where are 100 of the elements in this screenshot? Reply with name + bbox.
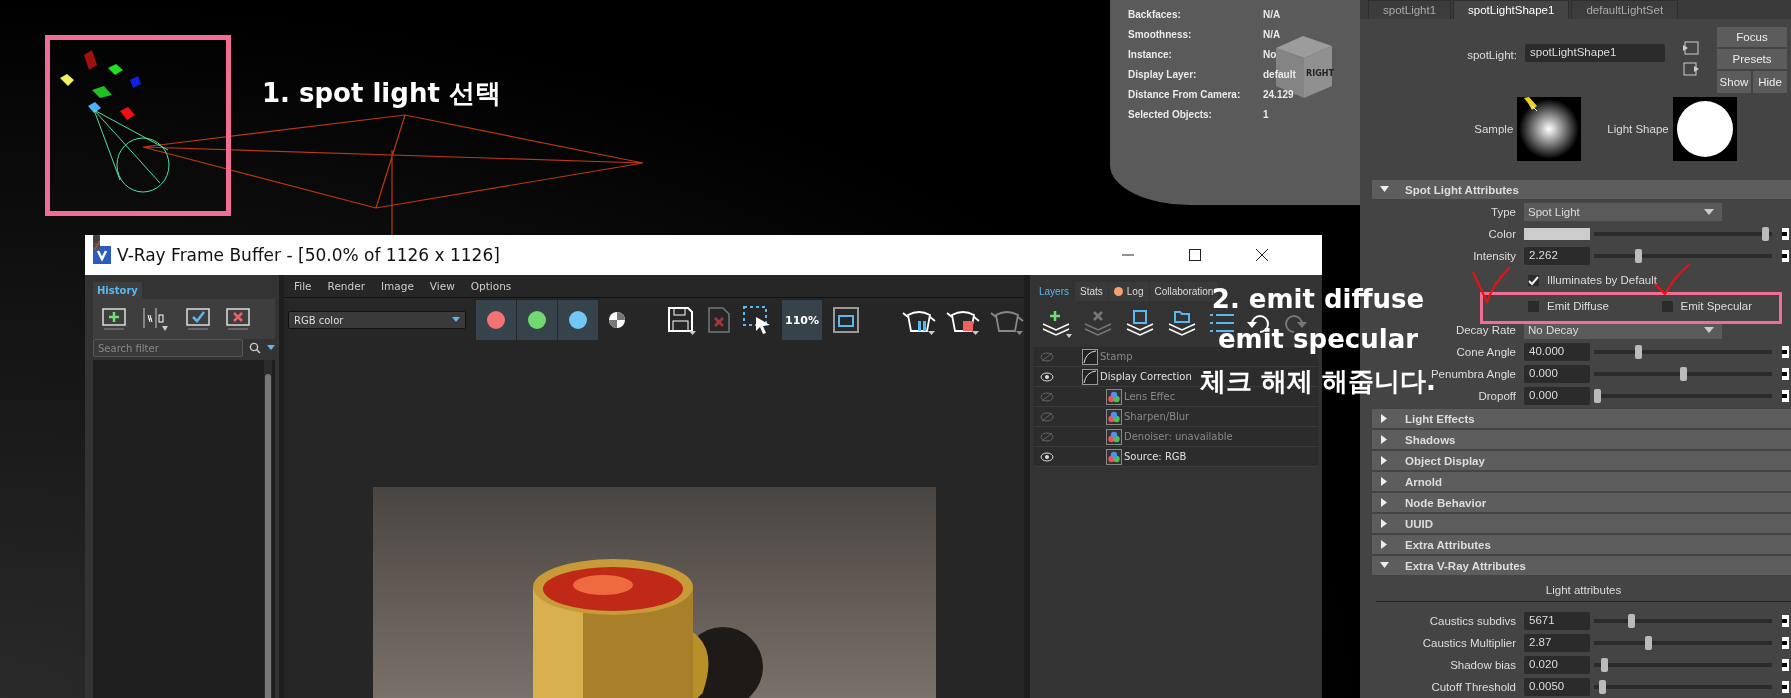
clear-image-icon[interactable] [706, 306, 732, 334]
value-field[interactable]: 2.87 [1524, 634, 1590, 652]
history-tab[interactable]: History [93, 282, 142, 299]
slider-thumb[interactable] [1594, 389, 1601, 403]
delete-history-icon[interactable] [225, 307, 251, 331]
keyframe-icon[interactable] [1782, 390, 1789, 402]
layer-name[interactable]: Source: RGB [1124, 451, 1187, 462]
region-select-icon[interactable] [742, 305, 772, 335]
mono-icon[interactable] [608, 311, 626, 329]
close-icon[interactable] [1255, 248, 1269, 262]
menu-item[interactable]: Options [470, 280, 512, 292]
menu-item[interactable]: View [429, 280, 455, 292]
search-icon[interactable] [249, 342, 261, 354]
keyframe-icon[interactable] [1782, 681, 1789, 693]
output-connection-icon[interactable] [1683, 62, 1699, 76]
frame-icon[interactable] [832, 306, 860, 334]
section-header[interactable]: Spot Light Attributes [1372, 180, 1791, 199]
node-tab[interactable]: defaultLightSet [1571, 0, 1679, 19]
value-field[interactable]: 5671 [1524, 612, 1590, 630]
expand-arrow-icon [1380, 185, 1389, 194]
slider-thumb[interactable] [1645, 636, 1653, 650]
input-connection-icon[interactable] [1683, 41, 1699, 55]
attribute-label: Type [1490, 206, 1517, 218]
section-header[interactable]: Shadows [1372, 430, 1791, 449]
checkbox-label[interactable]: Emit Diffuse [1547, 300, 1609, 312]
hud-label: Backfaces: [1128, 8, 1182, 20]
save-icon[interactable] [666, 305, 696, 335]
value-field[interactable]: 0.020 [1524, 656, 1590, 674]
slider-thumb[interactable] [1679, 367, 1687, 381]
keyframe-icon[interactable] [1782, 368, 1789, 380]
load-history-icon[interactable] [185, 307, 211, 331]
keyframe-icon[interactable] [1782, 228, 1789, 240]
layer-name[interactable]: Sharpen/Blur [1124, 411, 1190, 422]
panel-tab[interactable]: Log [1108, 282, 1149, 301]
ae-button[interactable]: Show [1717, 71, 1751, 93]
section-header[interactable]: UUID [1372, 514, 1791, 533]
ae-button[interactable]: Hide [1753, 71, 1787, 93]
section-header[interactable]: Extra Attributes [1372, 535, 1791, 554]
slider-thumb[interactable] [1599, 680, 1607, 694]
value-field[interactable]: 0.000 [1524, 365, 1590, 383]
section-header[interactable]: Light Effects [1372, 409, 1791, 428]
eye-icon[interactable] [1040, 451, 1054, 462]
slider-thumb[interactable] [1628, 614, 1636, 628]
menu-item[interactable]: Render [327, 280, 365, 292]
value-field[interactable]: 0.000 [1524, 387, 1590, 405]
color-swatch[interactable] [1524, 228, 1590, 240]
checkbox[interactable] [1528, 274, 1539, 286]
slider-thumb[interactable] [1635, 345, 1643, 359]
delete-layer-icon[interactable] [1082, 308, 1114, 338]
ae-button[interactable]: Focus [1717, 27, 1787, 47]
layer-name[interactable]: Display Correction [1100, 371, 1192, 382]
hud-label: Smoothness: [1128, 28, 1193, 40]
add-layer-icon[interactable] [1040, 308, 1072, 338]
expand-arrow-icon [1380, 477, 1389, 486]
keyframe-icon[interactable] [1782, 659, 1789, 671]
node-name-field[interactable]: spotLightShape1 [1525, 44, 1665, 62]
annotation-text: 1. spot light 선택 [262, 77, 501, 110]
keyframe-icon[interactable] [1782, 250, 1789, 262]
slider-thumb[interactable] [1635, 249, 1643, 263]
channel-dropdown[interactable]: RGB color [288, 311, 466, 329]
folder-icon[interactable] [1166, 308, 1198, 338]
layer-name[interactable]: Denoiser: unavailable [1124, 431, 1233, 442]
value-field[interactable]: 0.0050 [1524, 678, 1590, 696]
dropdown-field[interactable]: Spot Light [1524, 203, 1722, 221]
checkbox-label[interactable]: Emit Specular [1680, 300, 1753, 312]
panel-tab[interactable]: Stats [1075, 282, 1108, 301]
value-field[interactable]: 2.262 [1524, 247, 1590, 265]
checkbox-label[interactable]: Illuminates by Default [1547, 274, 1657, 286]
slider-thumb[interactable] [1761, 227, 1769, 241]
section-header[interactable]: Object Display [1372, 451, 1791, 470]
maximize-icon[interactable] [1188, 248, 1202, 262]
keyframe-icon[interactable] [1782, 346, 1789, 358]
section-header[interactable]: Extra V-Ray Attributes [1372, 556, 1791, 575]
keyframe-icon[interactable] [1782, 615, 1789, 627]
checkbox[interactable] [1528, 300, 1539, 312]
add-to-history-icon[interactable] [101, 307, 127, 331]
caret-icon [1704, 327, 1714, 333]
search-field[interactable]: Search filter [93, 339, 243, 357]
eye-icon[interactable] [1040, 371, 1054, 382]
attribute-label: Shadow bias [1449, 659, 1517, 671]
menu-item[interactable]: Image [380, 280, 414, 292]
swatch-label: Sample [1474, 122, 1514, 135]
menu-item[interactable]: File [294, 280, 312, 292]
pin-icon[interactable] [1523, 96, 1538, 111]
ae-button[interactable]: Presets [1717, 49, 1787, 69]
node-tab[interactable]: spotLightShape1 [1453, 0, 1570, 19]
checkbox[interactable] [1661, 300, 1673, 312]
node-tab[interactable]: spotLight1 [1368, 0, 1452, 19]
section-header[interactable]: Node Behavior [1372, 493, 1791, 512]
keyframe-icon[interactable] [1782, 637, 1789, 649]
value-field[interactable]: 40.000 [1524, 343, 1590, 361]
save-layers-icon[interactable] [1124, 308, 1156, 338]
hud-label: Distance From Camera: [1128, 88, 1242, 100]
ab-compare-icon[interactable] [141, 306, 171, 332]
layer-name[interactable]: Stamp [1100, 351, 1133, 362]
dropdown-caret-icon[interactable] [267, 345, 275, 351]
layer-name[interactable]: Lens Effec [1124, 391, 1176, 402]
zoom-button[interactable]: 110% [782, 300, 822, 340]
section-header[interactable]: Arnold [1372, 472, 1791, 491]
slider-thumb[interactable] [1600, 658, 1608, 672]
